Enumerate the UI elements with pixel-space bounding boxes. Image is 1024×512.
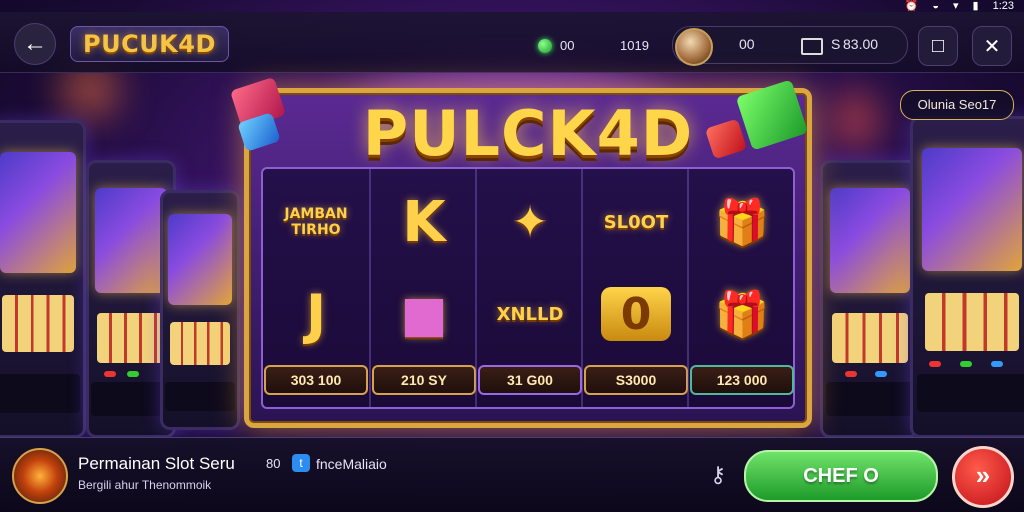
arcade-reels xyxy=(832,312,908,363)
arcade-reels xyxy=(96,312,166,363)
key-icon[interactable]: ⚷ xyxy=(710,462,726,488)
red-chest-icon: 🎁 xyxy=(714,197,770,248)
arcade-reels xyxy=(1,294,75,353)
game-subtitle: Bergili ahur Thenommoik xyxy=(78,478,212,492)
symbol-slot: SL0OT xyxy=(603,211,669,233)
arcade-button xyxy=(990,361,1003,368)
arcade-panel xyxy=(0,374,81,413)
arcade-reels xyxy=(169,322,231,366)
gem-icon xyxy=(538,38,552,53)
arcade-button xyxy=(875,370,887,377)
level-counter: 1019 xyxy=(620,38,649,53)
coins-left-value: 00 xyxy=(739,36,755,52)
tools-icon: ✕ xyxy=(983,35,1001,58)
reel-column-5: 🎁 🎁 123 000 xyxy=(687,169,795,407)
reel-amount: 210 SY xyxy=(372,365,476,395)
brand-logo[interactable]: PUCUK4D xyxy=(70,26,229,62)
back-arrow-icon: ← xyxy=(23,30,47,57)
gift-box-icon: ■ xyxy=(400,285,448,343)
symbol-j: J xyxy=(305,282,327,346)
slot-title: PULCK4D xyxy=(362,97,694,170)
balance-prefix: S xyxy=(831,36,841,52)
wallet-icon xyxy=(801,38,823,55)
arcade-machine-right-2 xyxy=(910,116,1024,438)
symbol-coin-feather: ✦ xyxy=(511,196,549,248)
wifi-icon: ◒ xyxy=(932,0,939,12)
arcade-panel xyxy=(917,373,1024,413)
balance-value: 83.00 xyxy=(843,36,879,52)
arcade-machine-left-1 xyxy=(0,120,86,438)
stop-button[interactable]: □ xyxy=(918,26,958,66)
reel-amount: 123 000 xyxy=(690,365,794,395)
battery-icon: ▮ xyxy=(972,0,979,12)
slot-machine-frame: PULCK4D JAMBAN TIRHO J 303 100 K ■ 210 S… xyxy=(229,76,812,428)
play-button[interactable]: CHEF O xyxy=(744,450,938,502)
double-chevron-icon: » xyxy=(975,460,991,490)
game-title: Permainan Slot Seru xyxy=(78,454,235,473)
arcade-panel xyxy=(826,382,914,416)
arcade-screen xyxy=(830,187,910,294)
next-button[interactable]: » xyxy=(952,446,1014,508)
arcade-button xyxy=(959,361,972,368)
game-thumbnail-icon[interactable] xyxy=(12,448,68,504)
arcade-machine-left-3 xyxy=(160,190,240,430)
reel-column-3: ✦ XNLLD 31 G00 xyxy=(475,169,583,407)
arcade-panel xyxy=(91,382,171,416)
signal-icon: ▾ xyxy=(952,0,959,12)
tools-button[interactable]: ✕ xyxy=(972,26,1012,66)
clock-time: 1:23 xyxy=(992,0,1014,12)
arcade-button xyxy=(928,361,941,368)
reel-amount: S3000 xyxy=(584,365,688,395)
gems-value: 00 xyxy=(560,38,575,53)
back-button[interactable]: ← xyxy=(14,23,56,65)
level-value: 1019 xyxy=(620,38,649,53)
square-icon: □ xyxy=(931,34,945,57)
alarm-icon: ⏰ xyxy=(904,0,919,12)
reel-column-2: K ■ 210 SY xyxy=(369,169,477,407)
symbol-bonus: XNLLD xyxy=(496,303,564,325)
social-handle[interactable]: fnceMaliaio xyxy=(316,456,387,472)
arcade-button xyxy=(104,370,116,377)
reel-amount: 31 G00 xyxy=(478,365,582,395)
arcade-button xyxy=(845,370,857,377)
arcade-screen xyxy=(922,148,1022,271)
twitter-icon[interactable]: t xyxy=(292,454,310,472)
side-info-chip[interactable]: Olunia Seo17 xyxy=(900,90,1014,120)
top-bar: ← PUCUK4D 00 1019 00 S 83.00 □ ✕ xyxy=(0,12,1024,73)
arcade-screen xyxy=(95,187,167,294)
reel-column-1: JAMBAN TIRHO J 303 100 xyxy=(263,169,369,407)
share-count: 80 xyxy=(266,456,281,471)
reel-amount: 303 100 xyxy=(264,365,368,395)
bottom-bar: Permainan Slot Seru Bergili ahur Thenomm… xyxy=(0,437,1024,512)
symbol-gold-bar: 0 xyxy=(601,287,671,341)
system-status-bar: ⏰ ◒ ▾ ▮ 1:23 xyxy=(905,0,1014,12)
arcade-reels xyxy=(924,293,1020,352)
coin-balance-pill[interactable]: 00 S 83.00 xyxy=(672,26,908,66)
symbol-wild: JAMBAN TIRHO xyxy=(284,206,348,238)
arcade-screen xyxy=(0,151,77,273)
reel-column-4: SL0OT 0 S3000 xyxy=(581,169,689,407)
player-avatar[interactable] xyxy=(675,28,713,66)
red-chest-icon: 🎁 xyxy=(714,289,770,340)
symbol-k: K xyxy=(402,189,446,255)
arcade-screen xyxy=(168,214,232,306)
gems-counter: 00 xyxy=(538,38,574,53)
arcade-panel xyxy=(164,382,236,411)
reel-area[interactable]: JAMBAN TIRHO J 303 100 K ■ 210 SY ✦ XNLL… xyxy=(261,167,795,409)
arcade-machine-right-1 xyxy=(820,160,920,438)
background-glow xyxy=(830,90,880,150)
arcade-button xyxy=(126,370,139,377)
